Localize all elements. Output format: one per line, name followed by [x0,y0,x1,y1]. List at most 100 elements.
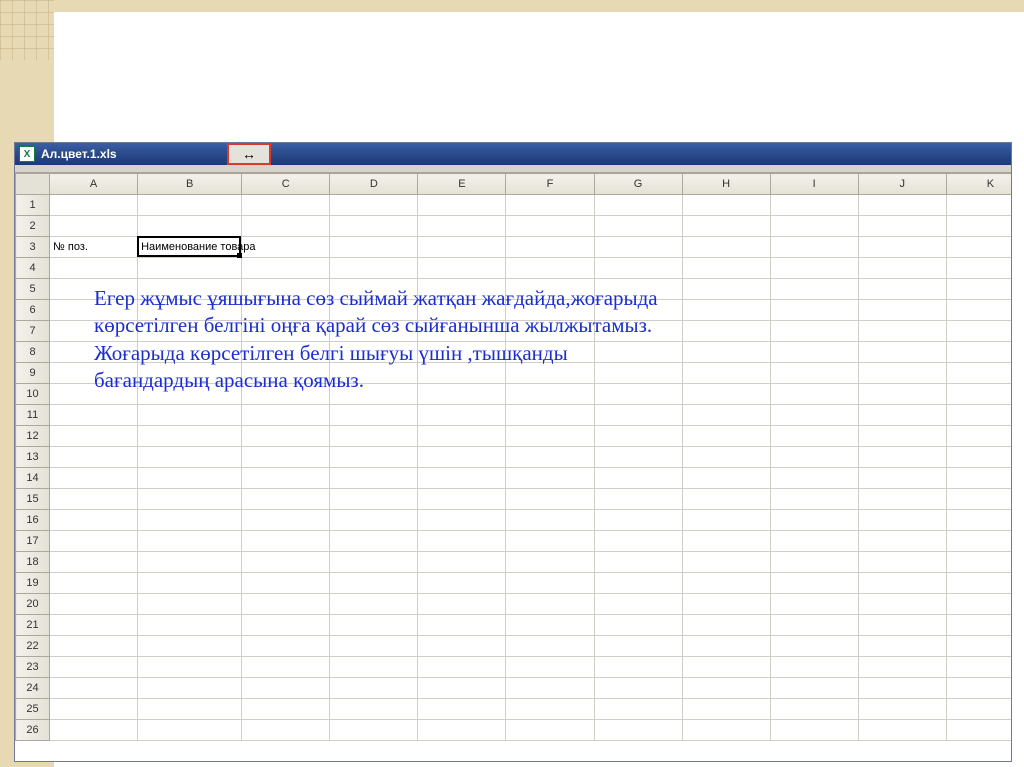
row-header[interactable]: 12 [16,426,50,447]
cell-H24[interactable] [682,678,770,699]
cell-B11[interactable] [138,405,242,426]
window-title-bar[interactable]: X Ал.цвет.1.xls ↔ [15,143,1011,165]
cell-D22[interactable] [330,636,418,657]
cell-A3[interactable]: № поз. [50,237,138,258]
cell-I19[interactable] [770,573,858,594]
row-header[interactable]: 1 [16,195,50,216]
row-header[interactable]: 20 [16,594,50,615]
cell-D4[interactable] [330,258,418,279]
row-header[interactable]: 15 [16,489,50,510]
cell-G24[interactable] [594,678,682,699]
cell-D15[interactable] [330,489,418,510]
cell-J11[interactable] [858,405,946,426]
cell-A23[interactable] [50,657,138,678]
cell-H12[interactable] [682,426,770,447]
cell-G4[interactable] [594,258,682,279]
cell-I21[interactable] [770,615,858,636]
row-header[interactable]: 5 [16,279,50,300]
cell-I7[interactable] [770,321,858,342]
cell-F1[interactable] [506,195,594,216]
cell-B5[interactable] [138,279,242,300]
cell-F3[interactable] [506,237,594,258]
cell-G6[interactable] [594,300,682,321]
cell-E17[interactable] [418,531,506,552]
cell-C19[interactable] [242,573,330,594]
col-header-B[interactable]: B [138,174,242,195]
cell-D12[interactable] [330,426,418,447]
cell-G9[interactable] [594,363,682,384]
cell-I16[interactable] [770,510,858,531]
cell-G5[interactable] [594,279,682,300]
cell-E22[interactable] [418,636,506,657]
cell-C14[interactable] [242,468,330,489]
cell-J10[interactable] [858,384,946,405]
cell-I3[interactable] [770,237,858,258]
cell-B4[interactable] [138,258,242,279]
cell-J9[interactable] [858,363,946,384]
row-header[interactable]: 4 [16,258,50,279]
cell-C5[interactable] [242,279,330,300]
cell-B25[interactable] [138,699,242,720]
cell-D19[interactable] [330,573,418,594]
cell-E3[interactable] [418,237,506,258]
cell-C13[interactable] [242,447,330,468]
cell-E4[interactable] [418,258,506,279]
cell-F6[interactable] [506,300,594,321]
cell-A6[interactable] [50,300,138,321]
cell-A8[interactable] [50,342,138,363]
cell-F18[interactable] [506,552,594,573]
cell-G2[interactable] [594,216,682,237]
cell-C17[interactable] [242,531,330,552]
row-header[interactable]: 9 [16,363,50,384]
cell-K21[interactable] [946,615,1011,636]
cell-F20[interactable] [506,594,594,615]
cell-C16[interactable] [242,510,330,531]
row-header[interactable]: 23 [16,657,50,678]
cell-B3[interactable]: Наименование товара [138,237,242,258]
cell-C24[interactable] [242,678,330,699]
cell-E9[interactable] [418,363,506,384]
cell-E8[interactable] [418,342,506,363]
cell-H2[interactable] [682,216,770,237]
cell-I20[interactable] [770,594,858,615]
cell-C20[interactable] [242,594,330,615]
cell-F9[interactable] [506,363,594,384]
row-header[interactable]: 22 [16,636,50,657]
cell-J15[interactable] [858,489,946,510]
cell-G16[interactable] [594,510,682,531]
col-header-K[interactable]: K [946,174,1011,195]
row-header[interactable]: 26 [16,720,50,741]
cell-G15[interactable] [594,489,682,510]
cell-G25[interactable] [594,699,682,720]
cell-H9[interactable] [682,363,770,384]
cell-B16[interactable] [138,510,242,531]
cell-C10[interactable] [242,384,330,405]
cell-D25[interactable] [330,699,418,720]
cell-E25[interactable] [418,699,506,720]
cell-E18[interactable] [418,552,506,573]
cell-B1[interactable] [138,195,242,216]
cell-K15[interactable] [946,489,1011,510]
cell-B9[interactable] [138,363,242,384]
cell-I1[interactable] [770,195,858,216]
cell-G22[interactable] [594,636,682,657]
cell-G12[interactable] [594,426,682,447]
cell-C15[interactable] [242,489,330,510]
cell-H20[interactable] [682,594,770,615]
cell-H11[interactable] [682,405,770,426]
cell-E1[interactable] [418,195,506,216]
cell-J26[interactable] [858,720,946,741]
cell-F21[interactable] [506,615,594,636]
cell-H3[interactable] [682,237,770,258]
cell-D9[interactable] [330,363,418,384]
cell-H18[interactable] [682,552,770,573]
cell-C18[interactable] [242,552,330,573]
cell-B23[interactable] [138,657,242,678]
cell-E20[interactable] [418,594,506,615]
cell-C21[interactable] [242,615,330,636]
cell-A5[interactable] [50,279,138,300]
cell-J4[interactable] [858,258,946,279]
cell-J12[interactable] [858,426,946,447]
cell-I4[interactable] [770,258,858,279]
cell-G17[interactable] [594,531,682,552]
